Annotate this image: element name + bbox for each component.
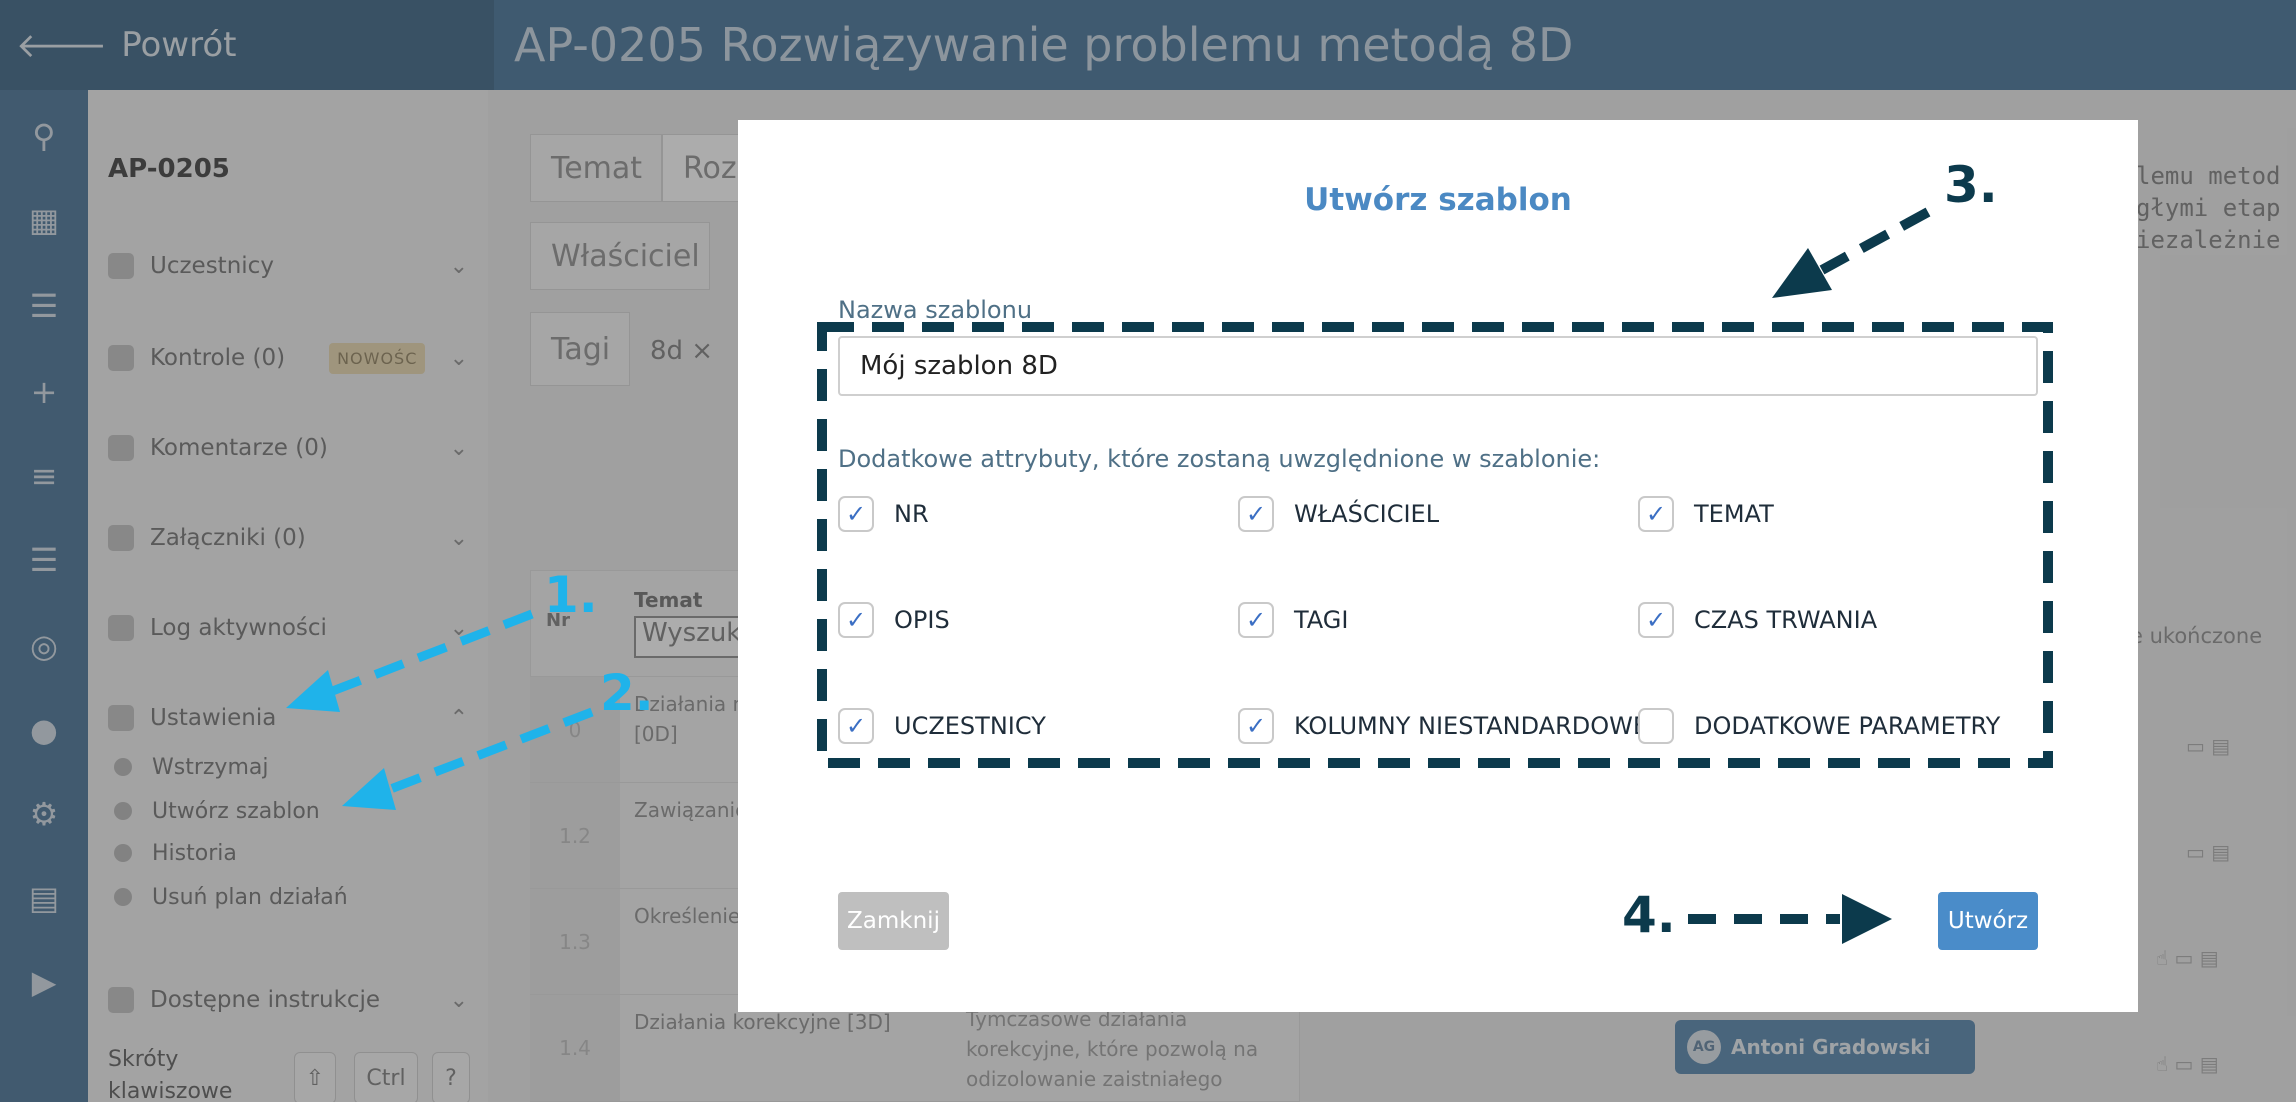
checkbox-label: CZAS TRWANIA (1694, 606, 1878, 634)
create-button[interactable]: Utwórz (1938, 892, 2038, 950)
dialog-title: Utwórz szablon (1304, 182, 1572, 218)
checkbox-kolumny[interactable]: ✓ KOLUMNY NIESTANDARDOWE (1238, 706, 1648, 746)
check-icon: ✓ (838, 496, 874, 532)
checkbox-label: WŁAŚCICIEL (1294, 500, 1440, 528)
checkbox-label: NR (894, 500, 929, 528)
checkbox-label: UCZESTNICY (894, 712, 1046, 740)
checkbox-opis[interactable]: ✓ OPIS (838, 600, 950, 640)
check-icon: ✓ (1638, 496, 1674, 532)
unchecked-box-icon (1638, 708, 1674, 744)
checkbox-uczestnicy[interactable]: ✓ UCZESTNICY (838, 706, 1046, 746)
check-icon: ✓ (1238, 708, 1274, 744)
step-1-label: 1. (544, 566, 598, 624)
checkbox-tagi[interactable]: ✓ TAGI (1238, 600, 1348, 640)
create-template-dialog: Utwórz szablon Nazwa szablonu Dodatkowe … (738, 120, 2138, 1012)
check-icon: ✓ (1238, 602, 1274, 638)
template-name-input[interactable] (838, 336, 2038, 396)
step-4-label: 4. (1622, 886, 1676, 944)
close-button[interactable]: Zamknij (838, 892, 949, 950)
template-name-label: Nazwa szablonu (838, 296, 1033, 324)
checkbox-nr[interactable]: ✓ NR (838, 494, 929, 534)
check-icon: ✓ (838, 708, 874, 744)
check-icon: ✓ (1238, 496, 1274, 532)
attributes-label: Dodatkowe attrybuty, które zostaną uwzgl… (838, 445, 1601, 473)
check-icon: ✓ (838, 602, 874, 638)
checkbox-label: KOLUMNY NIESTANDARDOWE (1294, 712, 1649, 740)
checkbox-dodatkowe-parametry[interactable]: DODATKOWE PARAMETRY (1638, 706, 2000, 746)
check-icon: ✓ (1638, 602, 1674, 638)
checkbox-wlasciciel[interactable]: ✓ WŁAŚCICIEL (1238, 494, 1439, 534)
step-3-label: 3. (1944, 156, 1998, 214)
checkbox-label: TAGI (1294, 606, 1349, 634)
step-2-label: 2. (600, 664, 654, 722)
checkbox-label: DODATKOWE PARAMETRY (1694, 712, 2001, 740)
checkbox-label: OPIS (894, 606, 950, 634)
checkbox-label: TEMAT (1694, 500, 1774, 528)
checkbox-czas-trwania[interactable]: ✓ CZAS TRWANIA (1638, 600, 1877, 640)
checkbox-temat[interactable]: ✓ TEMAT (1638, 494, 1774, 534)
